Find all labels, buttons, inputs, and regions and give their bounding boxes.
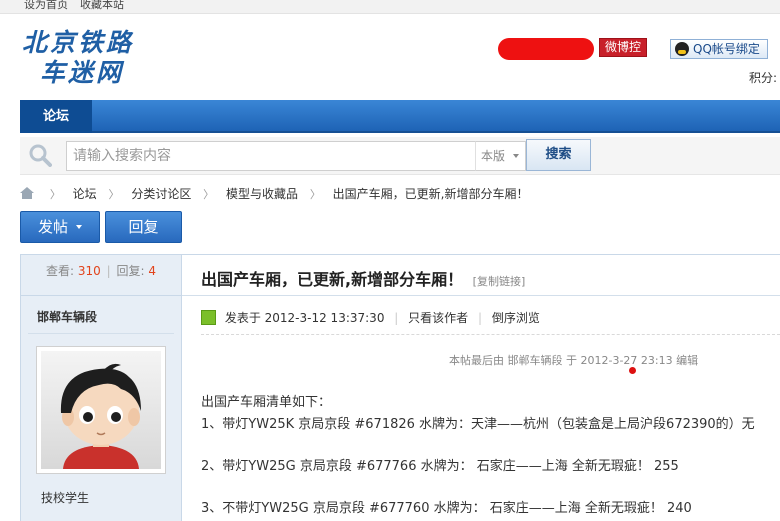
breadcrumb-item-thread[interactable]: 出国产车厢，已更新,新增部分车厢！ — [333, 187, 529, 201]
post-body-line: 2、带灯YW25G 京局京段 #677766 水牌为： 石家庄——上海 全新无瑕… — [201, 459, 679, 474]
bookmark-link[interactable]: 收藏本站 — [80, 0, 124, 12]
meta-separator: | — [478, 311, 483, 325]
avatar-image — [41, 351, 161, 469]
edit-note: 本帖最后由 邯郸车辆段 于 2012-3-27 23:13 编辑 — [449, 354, 699, 367]
breadcrumb-separator: 〉 — [309, 188, 321, 201]
thread-stats: 查看: 310 | 回复: 4 — [20, 262, 182, 279]
post-body-line: 3、不带灯YW25G 京局京段 #677760 水牌为： 石家庄——上海 全新无… — [201, 501, 692, 516]
views-label: 查看: — [46, 264, 75, 278]
breadcrumb-separator: 〉 — [108, 188, 120, 201]
weibo-button[interactable]: 微博控 — [599, 38, 647, 57]
search-scope-select[interactable]: 本版 — [475, 141, 526, 171]
points-label: 积分: — [749, 71, 778, 85]
logo-line-1: 北京铁路 — [22, 28, 135, 57]
breadcrumb-separator: 〉 — [203, 188, 215, 201]
divider — [182, 295, 780, 296]
thread-title-text: 出国产车厢，已更新,新增部分车厢！ — [201, 270, 464, 289]
divider — [28, 333, 174, 334]
post-time: 发表于 2012-3-12 13:37:30 — [224, 311, 385, 325]
divider — [20, 295, 182, 296]
home-icon[interactable] — [20, 187, 34, 199]
stats-separator: | — [106, 264, 111, 278]
qq-icon — [675, 42, 689, 56]
breadcrumb-item-category[interactable]: 分类讨论区 — [131, 187, 191, 201]
meta-separator: | — [394, 311, 399, 325]
post-body-line: 出国产车厢清单如下： — [201, 395, 332, 410]
search-icon — [29, 144, 52, 167]
main-nav-bar — [20, 100, 780, 133]
new-post-button[interactable]: 发帖 — [20, 211, 100, 243]
breadcrumb-item-forum[interactable]: 论坛 — [73, 187, 97, 201]
new-post-label: 发帖 — [37, 218, 68, 236]
post-body-line: 1、带灯YW25K 京局京段 #671826 水牌为：天津——杭州（包装盒是上局… — [201, 417, 755, 432]
divider — [201, 334, 780, 335]
chevron-down-icon — [513, 154, 519, 158]
top-utility-bar: 设为首页 收藏本站 — [0, 0, 780, 14]
divider — [20, 254, 780, 255]
copy-link-button[interactable]: [复制链接] — [473, 275, 526, 288]
qq-bind-label: QQ帐号绑定 — [693, 42, 760, 56]
search-scope-value: 本版 — [481, 149, 506, 163]
online-status-icon — [201, 310, 216, 325]
qq-bind-button[interactable]: QQ帐号绑定 — [670, 39, 768, 59]
author-rank: 技校学生 — [41, 491, 90, 505]
search-button[interactable]: 搜索 — [526, 139, 591, 171]
thread-title: 出国产车厢，已更新,新增部分车厢！ [复制链接] — [201, 266, 525, 290]
search-input[interactable] — [66, 141, 476, 171]
author-name[interactable]: 邯郸车辆段 — [37, 308, 97, 325]
avatar[interactable] — [36, 346, 166, 474]
set-home-link[interactable]: 设为首页 — [24, 0, 68, 12]
reply-button[interactable]: 回复 — [105, 211, 182, 243]
redacted-username — [498, 38, 594, 60]
views-count: 310 — [77, 264, 101, 278]
site-logo[interactable]: 北京铁路 车迷网 — [22, 28, 162, 88]
cursor-dot — [629, 367, 636, 374]
breadcrumb: 〉 论坛 〉 分类讨论区 〉 模型与收藏品 〉 出国产车厢，已更新,新增部分车厢… — [20, 185, 529, 203]
caret-down-icon — [76, 225, 82, 229]
replies-count: 4 — [148, 264, 156, 278]
post-meta: 发表于 2012-3-12 13:37:30 | 只看该作者 | 倒序浏览 — [201, 309, 540, 326]
breadcrumb-separator: 〉 — [49, 188, 61, 201]
reverse-order-link[interactable]: 倒序浏览 — [492, 311, 540, 325]
logo-line-2: 车迷网 — [40, 58, 125, 87]
nav-tab-forum[interactable]: 论坛 — [20, 100, 92, 133]
only-author-link[interactable]: 只看该作者 — [408, 311, 468, 325]
replies-label: 回复: — [116, 264, 145, 278]
breadcrumb-item-board[interactable]: 模型与收藏品 — [226, 187, 298, 201]
